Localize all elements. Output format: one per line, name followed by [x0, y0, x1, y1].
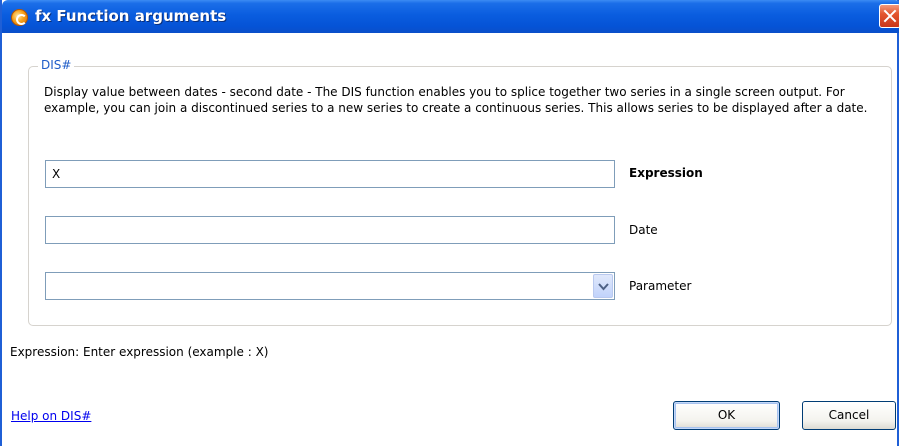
date-input[interactable] [45, 216, 615, 244]
close-button[interactable] [879, 4, 899, 28]
help-link[interactable]: Help on DIS# [11, 409, 91, 423]
function-name-legend: DIS# [38, 58, 75, 72]
parameter-dropdown[interactable] [45, 272, 615, 300]
parameter-label: Parameter [629, 279, 692, 293]
expression-label: Expression [629, 166, 703, 180]
function-description: Display value between dates - second dat… [44, 85, 868, 115]
argument-hint: Expression: Enter expression (example : … [10, 345, 269, 359]
dropdown-button[interactable] [593, 274, 613, 298]
window-title: fx Function arguments [35, 7, 227, 25]
function-arguments-dialog: fx Function arguments DIS# Display value… [0, 0, 899, 446]
date-label: Date [629, 223, 658, 237]
chevron-down-icon [598, 283, 609, 291]
app-logo-icon [11, 9, 28, 26]
title-bar[interactable]: fx Function arguments [2, 0, 899, 33]
ok-button[interactable]: OK [673, 401, 780, 430]
cancel-button[interactable]: Cancel [802, 401, 896, 430]
expression-input[interactable] [45, 160, 615, 188]
